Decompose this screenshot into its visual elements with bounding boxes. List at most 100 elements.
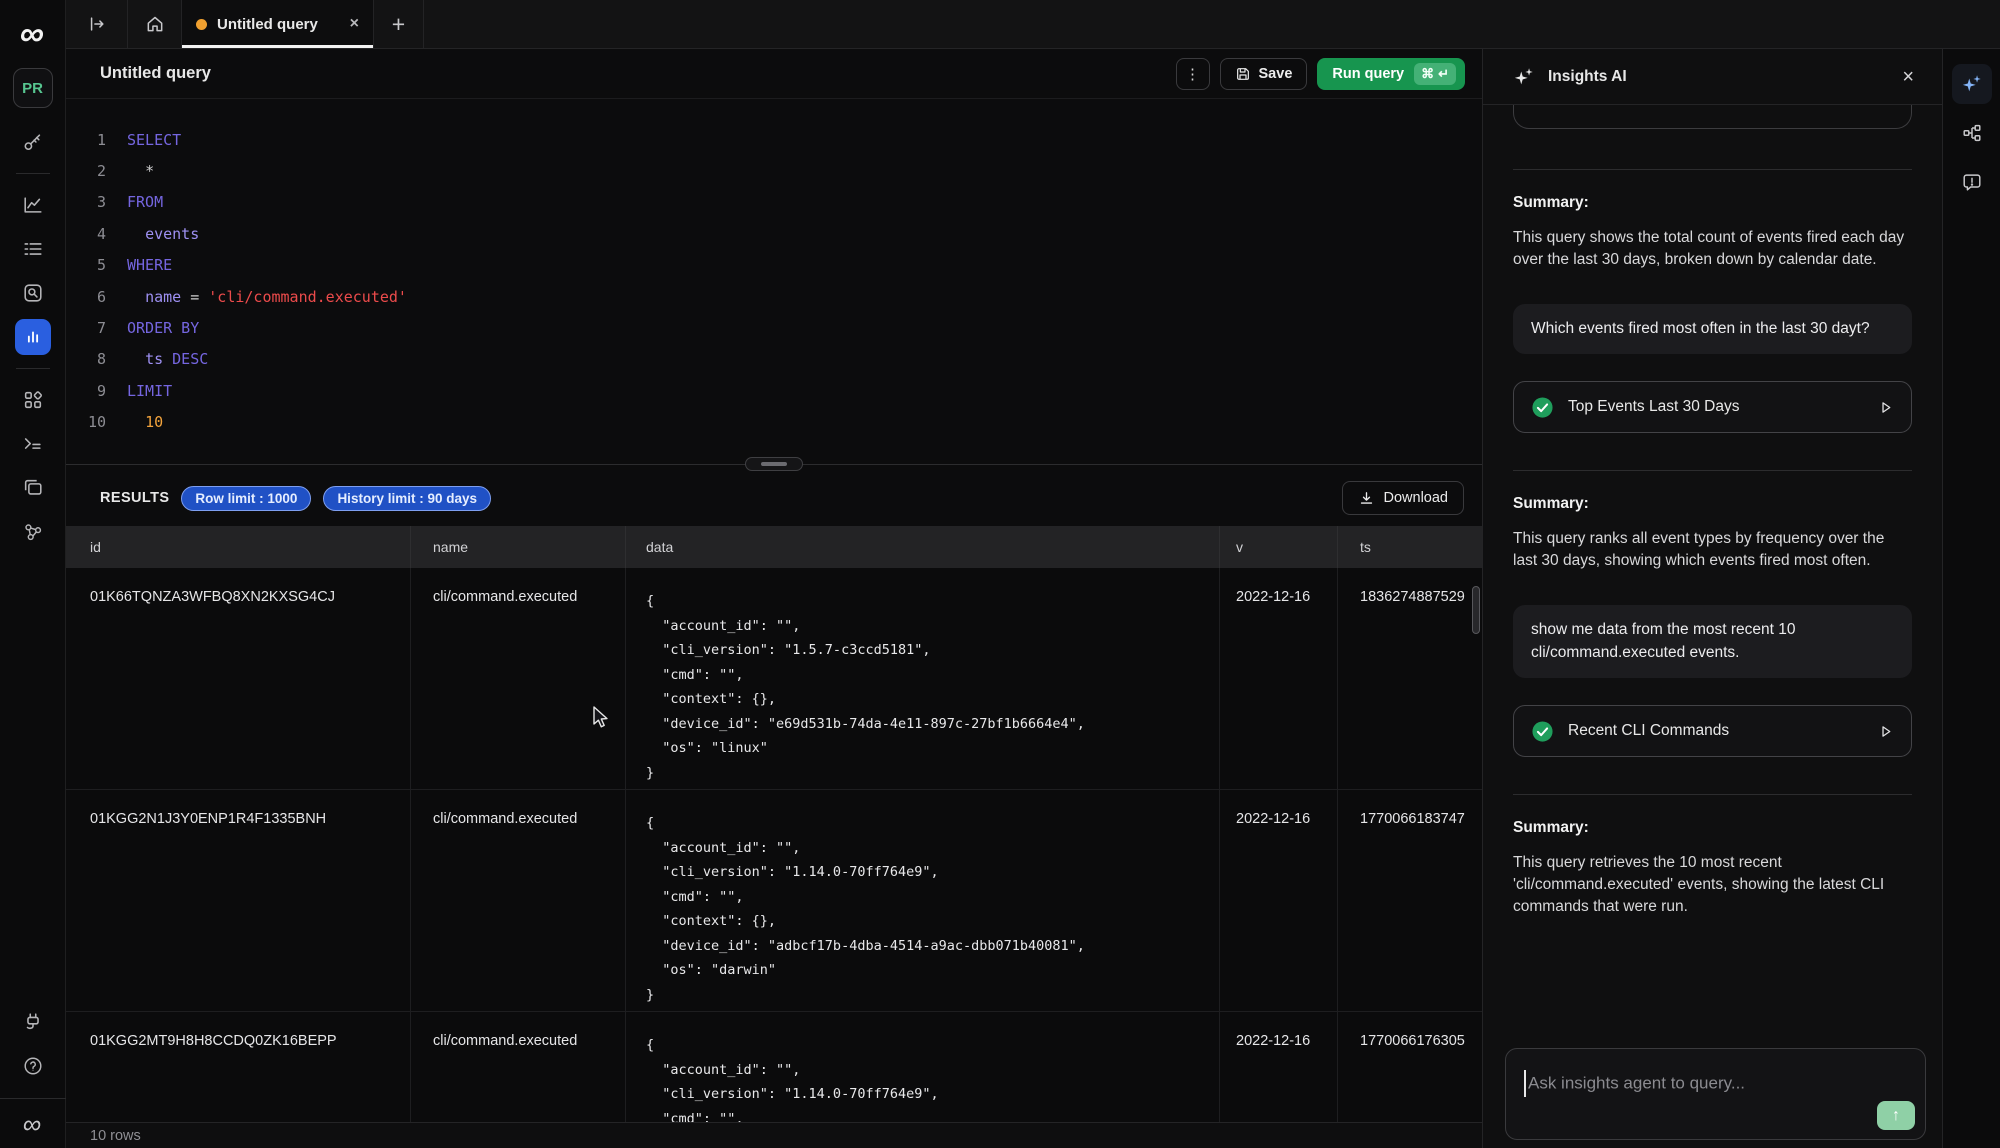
save-label: Save	[1259, 66, 1293, 82]
code-text: name = 'cli/command.executed'	[127, 288, 407, 306]
insights-input[interactable]: Ask insights agent to query... ↑	[1505, 1048, 1926, 1140]
line-number: 2	[66, 162, 106, 180]
nav-sessions[interactable]	[15, 470, 51, 506]
code-text: 10	[127, 413, 163, 431]
column-header-ts[interactable]: ts	[1337, 526, 1482, 568]
suggested-query-card[interactable]: Top Events Last 30 Days	[1513, 381, 1912, 433]
insights-title: Insights AI	[1548, 68, 1627, 86]
schema-tree-tab-button[interactable]	[1952, 113, 1992, 153]
plug-icon	[22, 1011, 44, 1033]
section-divider	[1513, 794, 1912, 795]
row-limit-badge[interactable]: Row limit : 1000	[181, 486, 311, 511]
column-header-data[interactable]: data	[625, 526, 1219, 568]
cell-ts: 1770066183747	[1337, 790, 1482, 1011]
sql-editor[interactable]: 1SELECT2 *3FROM4 events5WHERE6 name = 'c…	[66, 99, 1482, 458]
code-line: 6 name = 'cli/command.executed'	[66, 281, 1482, 312]
nav-apps[interactable]	[15, 382, 51, 418]
run-card-button[interactable]	[1877, 723, 1894, 740]
line-number: 5	[66, 256, 106, 274]
table-row[interactable]: 01KGG2MT9H8H8CCDQ0ZK16BEPPcli/command.ex…	[66, 1012, 1482, 1122]
key-icon	[22, 131, 44, 153]
line-number: 9	[66, 382, 106, 400]
text-caret	[1524, 1070, 1526, 1097]
run-query-button[interactable]: Run query ⌘ ↵	[1317, 58, 1465, 90]
check-circle-icon	[1531, 720, 1554, 743]
check-circle	[1531, 720, 1554, 743]
column-header-id[interactable]: id	[66, 526, 410, 568]
nav-query[interactable]	[15, 319, 51, 355]
tab-untitled-query[interactable]: Untitled query ×	[182, 0, 374, 48]
summary-text: This query shows the total count of even…	[1513, 227, 1912, 271]
code-line: 7 ORDER BY	[66, 312, 1482, 343]
insights-ai-tab-button[interactable]	[1952, 64, 1992, 104]
new-tab-button[interactable]: +	[374, 0, 424, 48]
code-text: *	[127, 162, 154, 180]
save-icon	[1235, 66, 1251, 82]
insights-ai-panel: Insights AI × Summary: This query shows t…	[1482, 49, 1942, 1148]
cell-v: 2022-12-16	[1219, 1012, 1337, 1122]
workspace-avatar[interactable]: PR	[13, 68, 53, 108]
cell-name: cli/command.executed	[410, 790, 625, 1011]
pane-splitter	[66, 458, 1482, 470]
save-button[interactable]: Save	[1220, 58, 1308, 90]
feedback-tab-button[interactable]	[1952, 162, 1992, 202]
column-header-v[interactable]: v	[1219, 526, 1337, 568]
help-icon	[22, 1055, 44, 1077]
results-table: idnamedatavts 01K66TQNZA3WFBQ8XN2KXSG4CJ…	[66, 526, 1482, 1122]
section-divider	[1513, 169, 1912, 170]
nav-integrations[interactable]	[15, 514, 51, 550]
table-row[interactable]: 01K66TQNZA3WFBQ8XN2KXSG4CJcli/command.ex…	[66, 568, 1482, 790]
line-number: 1	[66, 131, 106, 149]
close-insights-button[interactable]: ×	[1896, 66, 1920, 88]
send-button[interactable]: ↑	[1877, 1101, 1915, 1130]
code-text: ORDER BY	[127, 319, 199, 337]
close-tab-icon[interactable]: ×	[350, 16, 359, 32]
line-number: 7	[66, 319, 106, 337]
code-text: SELECT	[127, 131, 181, 149]
help-button[interactable]	[15, 1048, 51, 1084]
query-header: Untitled query ⋮ Save Run query	[66, 49, 1482, 99]
insights-header: Insights AI ×	[1483, 49, 1942, 105]
sparkles-icon	[1961, 73, 1983, 95]
line-number: 4	[66, 225, 106, 243]
right-rail	[1942, 49, 2000, 1148]
row-count: 10 rows	[90, 1128, 141, 1144]
windows-icon	[22, 477, 44, 499]
cell-id: 01KGG2N1J3Y0ENP1R4F1335BNH	[66, 790, 410, 1011]
history-limit-badge[interactable]: History limit : 90 days	[323, 486, 491, 511]
section-divider	[1513, 470, 1912, 471]
code-text: events	[127, 225, 199, 243]
play-icon	[1877, 723, 1894, 740]
summary-heading: Summary:	[1513, 819, 1912, 837]
table-row[interactable]: 01KGG2N1J3Y0ENP1R4F1335BNHcli/command.ex…	[66, 790, 1482, 1012]
column-header-name[interactable]: name	[410, 526, 625, 568]
run-card-button[interactable]	[1877, 399, 1894, 416]
terminal-icon	[22, 433, 44, 455]
play-icon	[1877, 399, 1894, 416]
nav-events[interactable]	[15, 231, 51, 267]
nav-plugins[interactable]	[15, 1004, 51, 1040]
insights-conversation: Summary: This query shows the total count…	[1483, 105, 1942, 1044]
results-header: RESULTS Row limit : 1000 History limit :…	[66, 470, 1482, 526]
rail-divider	[16, 173, 50, 174]
download-button[interactable]: Download	[1342, 481, 1465, 515]
home-button[interactable]	[128, 0, 182, 48]
cmd-key-icon: ⌘	[1421, 66, 1434, 82]
rows-list-icon	[22, 238, 44, 260]
user-message-bubble: Which events fired most often in the las…	[1513, 304, 1912, 354]
suggested-query-card[interactable]: Recent CLI Commands	[1513, 705, 1912, 757]
results-status-bar: 10 rows	[66, 1122, 1482, 1148]
download-label: Download	[1384, 490, 1449, 506]
nav-explore[interactable]	[15, 275, 51, 311]
expand-sidebar-button[interactable]	[66, 0, 128, 48]
table-scrollbar-thumb[interactable]	[1472, 586, 1480, 634]
nav-terminal[interactable]	[15, 426, 51, 462]
line-chart-icon	[22, 194, 44, 216]
bar-chart-icon	[22, 326, 44, 348]
cell-id: 01K66TQNZA3WFBQ8XN2KXSG4CJ	[66, 568, 410, 789]
nav-charts[interactable]	[15, 187, 51, 223]
splitter-drag-handle[interactable]	[745, 457, 803, 471]
more-options-button[interactable]: ⋮	[1176, 58, 1210, 90]
query-panel: Untitled query ⋮ Save Run query	[66, 49, 1482, 1148]
nav-api-keys[interactable]	[15, 124, 51, 160]
